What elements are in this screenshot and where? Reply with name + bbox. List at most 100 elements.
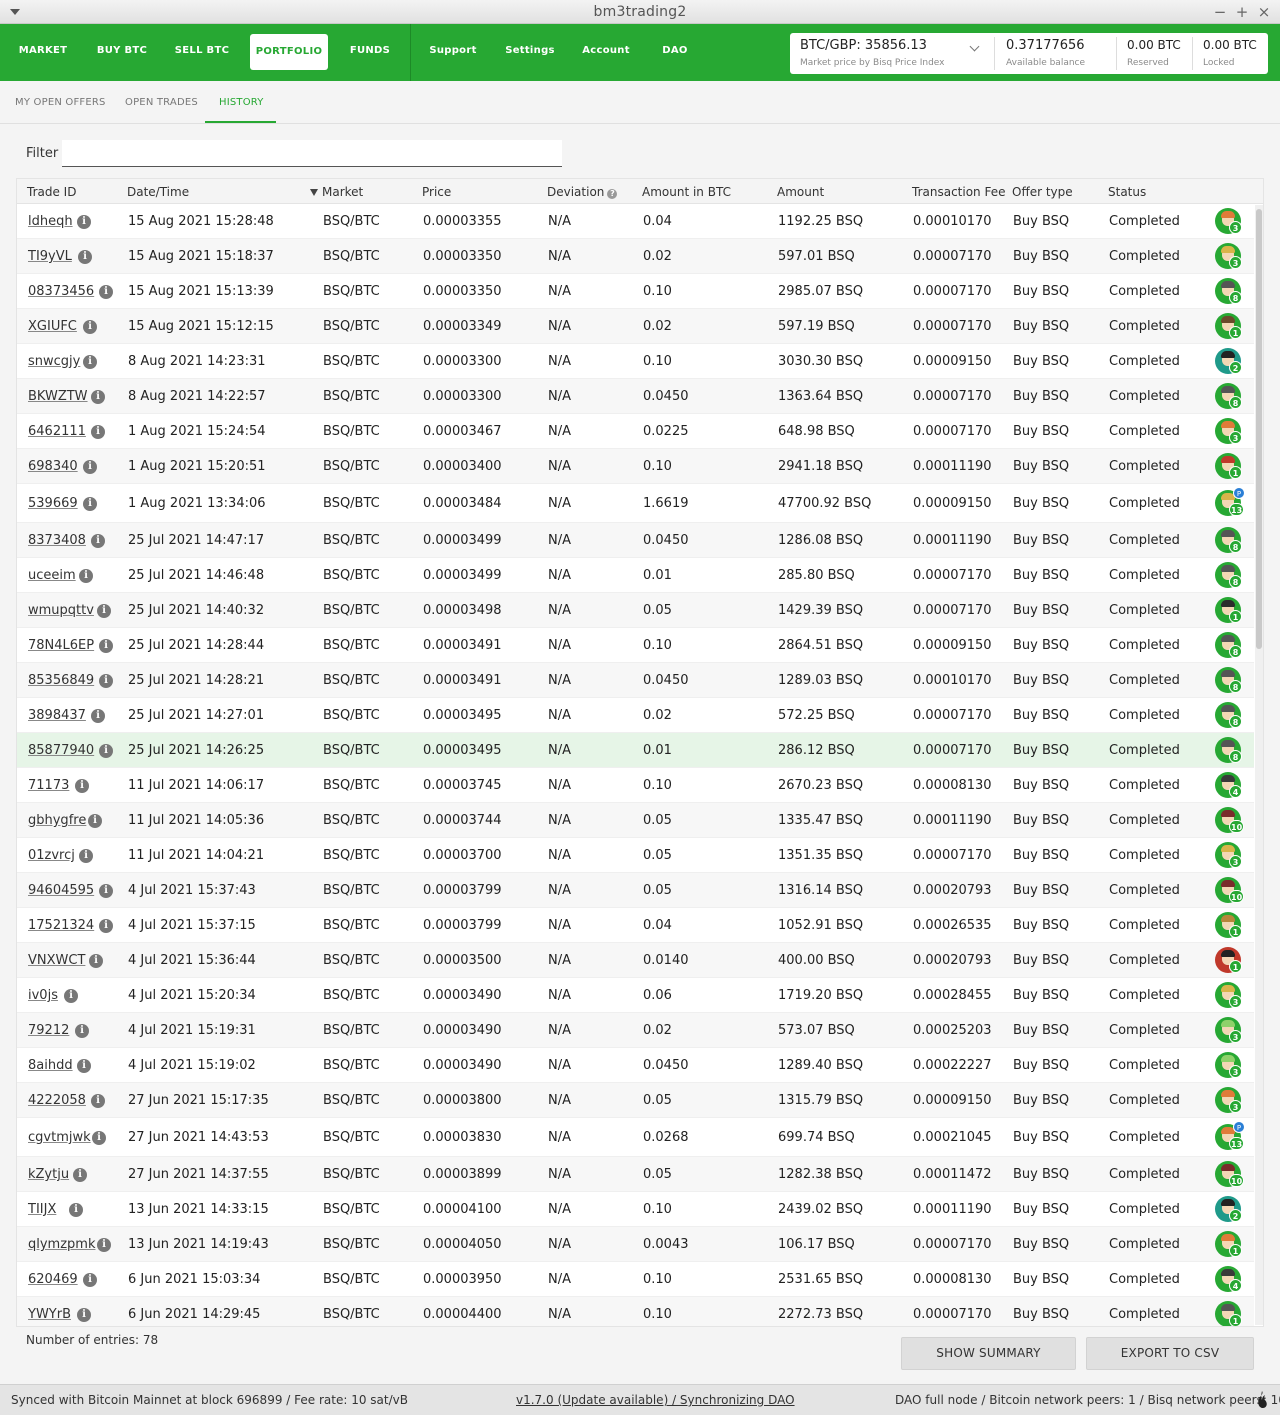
peer-avatar-icon[interactable]: 4 <box>1215 772 1242 798</box>
info-icon[interactable]: i <box>97 604 111 618</box>
trade-id-link[interactable]: 3898437 <box>28 708 86 723</box>
peer-avatar-icon[interactable]: 1 <box>1215 1231 1242 1257</box>
table-row[interactable]: YWYrB 6 Jun 2021 14:29:45 BSQ/BTC 0.0000440… <box>17 1297 1254 1326</box>
info-icon[interactable]: i <box>99 744 113 758</box>
peer-avatar-icon[interactable]: 13 P <box>1215 1121 1245 1150</box>
column-market[interactable]: Market <box>310 185 363 199</box>
nav-sell-btc[interactable]: SELL BTC <box>170 46 234 71</box>
trade-id-link[interactable]: 539669 <box>28 496 78 511</box>
table-row[interactable]: 4222058 27 Jun 2021 15:17:35 BSQ/BTC 0.0000… <box>17 1083 1254 1118</box>
table-row[interactable]: 71173 11 Jul 2021 14:06:17 BSQ/BTC 0.000037… <box>17 768 1254 803</box>
trade-id-link[interactable]: 4222058 <box>28 1093 86 1108</box>
peer-avatar-icon[interactable]: 8 <box>1215 702 1242 728</box>
table-row[interactable]: 17521324 4 Jul 2021 15:37:15 BSQ/BTC 0.0000… <box>17 908 1254 943</box>
trade-id-link[interactable]: uceeim <box>28 568 76 583</box>
trade-id-link[interactable]: 85877940 <box>28 743 94 758</box>
tab-open-trades[interactable]: OPEN TRADES <box>125 97 198 108</box>
column-transaction-fee[interactable]: Transaction Fee <box>912 185 1005 199</box>
table-row[interactable]: wmupqttv 25 Jul 2021 14:40:32 BSQ/BTC 0.000… <box>17 593 1254 628</box>
column-status[interactable]: Status <box>1108 185 1146 199</box>
table-row[interactable]: 85877940 25 Jul 2021 14:26:25 BSQ/BTC 0.000… <box>17 733 1254 768</box>
column-amount-btc[interactable]: Amount in BTC <box>642 185 731 199</box>
question-icon[interactable]: ? <box>607 189 618 199</box>
peer-avatar-icon[interactable]: 8 <box>1215 562 1242 588</box>
info-icon[interactable]: i <box>79 849 93 863</box>
peer-avatar-icon[interactable]: 8 <box>1215 632 1242 658</box>
info-icon[interactable]: i <box>83 320 97 334</box>
tab-history[interactable]: HISTORY <box>219 97 264 108</box>
peer-avatar-icon[interactable]: 3 <box>1215 1087 1242 1113</box>
info-icon[interactable]: i <box>91 709 105 723</box>
peer-avatar-icon[interactable]: 2 <box>1215 1196 1242 1222</box>
peer-avatar-icon[interactable]: 10 <box>1215 877 1245 903</box>
close-button[interactable]: × <box>1255 2 1273 22</box>
trade-id-link[interactable]: TI9yVL <box>28 249 72 264</box>
trade-id-link[interactable]: iv0js <box>28 988 58 1003</box>
table-row[interactable]: uceeim 25 Jul 2021 14:46:48 BSQ/BTC 0.00003… <box>17 558 1254 593</box>
info-icon[interactable]: i <box>83 355 97 369</box>
trade-id-link[interactable]: cgvtmjwk <box>28 1130 91 1145</box>
peer-avatar-icon[interactable]: 3 <box>1215 1017 1242 1043</box>
trade-id-link[interactable]: 17521324 <box>28 918 94 933</box>
trade-id-link[interactable]: YWYrB <box>28 1307 71 1322</box>
nav-buy-btc[interactable]: BUY BTC <box>90 46 154 71</box>
peer-avatar-icon[interactable]: 2 <box>1215 348 1242 374</box>
peer-avatar-icon[interactable]: 4 <box>1215 1266 1242 1292</box>
info-icon[interactable]: i <box>97 1238 111 1252</box>
peer-avatar-icon[interactable]: 3 <box>1215 842 1242 868</box>
trade-id-link[interactable]: gbhygfre <box>28 813 86 828</box>
info-icon[interactable]: i <box>89 954 103 968</box>
trade-id-link[interactable]: VNXWCT <box>28 953 85 968</box>
nav-dao[interactable]: DAO <box>652 46 698 71</box>
trade-id-link[interactable]: qlymzpmk <box>28 1237 96 1252</box>
info-icon[interactable]: i <box>91 390 105 404</box>
trade-id-link[interactable]: 85356849 <box>28 673 94 688</box>
table-row[interactable]: 8373408 25 Jul 2021 14:47:17 BSQ/BTC 0.0000… <box>17 523 1254 558</box>
info-icon[interactable]: i <box>91 534 105 548</box>
info-icon[interactable]: i <box>99 285 113 299</box>
minimize-button[interactable]: − <box>1211 2 1229 22</box>
trade-id-link[interactable]: 94604595 <box>28 883 94 898</box>
trade-id-link[interactable]: 6462111 <box>28 424 86 439</box>
peer-avatar-icon[interactable]: 10 <box>1215 807 1245 833</box>
nav-settings[interactable]: Settings <box>500 46 560 71</box>
info-icon[interactable]: i <box>83 460 97 474</box>
trade-id-link[interactable]: BKWZTW <box>28 389 88 404</box>
scrollbar-thumb[interactable] <box>1256 209 1262 649</box>
info-icon[interactable]: i <box>99 639 113 653</box>
info-icon[interactable]: i <box>83 1273 97 1287</box>
export-csv-button[interactable]: EXPORT TO CSV <box>1086 1337 1254 1370</box>
trade-id-link[interactable]: 01zvrcj <box>28 848 75 863</box>
nav-account[interactable]: Account <box>576 46 636 71</box>
version-link[interactable]: v1.7.0 (Update available) / Synchronizin… <box>516 1393 795 1407</box>
column-date-time[interactable]: Date/Time <box>127 185 189 199</box>
info-icon[interactable]: i <box>73 1168 87 1182</box>
trade-id-link[interactable]: 8aihdd <box>28 1058 73 1073</box>
table-row[interactable]: 78N4L6EP 25 Jul 2021 14:28:44 BSQ/BTC 0.000… <box>17 628 1254 663</box>
trade-id-link[interactable]: snwcgjy <box>28 354 80 369</box>
table-row[interactable]: BKWZTW 8 Aug 2021 14:22:57 BSQ/BTC 0.000033… <box>17 379 1254 414</box>
info-icon[interactable]: i <box>91 1094 105 1108</box>
info-icon[interactable]: i <box>78 250 92 264</box>
nav-support[interactable]: Support <box>424 46 482 71</box>
table-row[interactable]: qlymzpmk 13 Jun 2021 14:19:43 BSQ/BTC 0.000… <box>17 1227 1254 1262</box>
maximize-button[interactable]: + <box>1233 2 1251 22</box>
info-icon[interactable]: i <box>88 814 102 828</box>
table-row[interactable]: cgvtmjwk 27 Jun 2021 14:43:53 BSQ/BTC 0.000… <box>17 1118 1254 1157</box>
peer-avatar-icon[interactable]: 1 <box>1215 453 1242 479</box>
info-icon[interactable]: i <box>69 1203 83 1217</box>
peer-avatar-icon[interactable]: 8 <box>1215 383 1242 409</box>
table-row[interactable]: 94604595 4 Jul 2021 15:37:43 BSQ/BTC 0.0000… <box>17 873 1254 908</box>
peer-avatar-icon[interactable]: 8 <box>1215 278 1242 304</box>
peer-avatar-icon[interactable]: 3 <box>1215 1052 1242 1078</box>
table-row[interactable]: kZytju 27 Jun 2021 14:37:55 BSQ/BTC 0.00003… <box>17 1157 1254 1192</box>
trade-id-link[interactable]: 71173 <box>28 778 69 793</box>
table-row[interactable]: 6462111 1 Aug 2021 15:24:54 BSQ/BTC 0.00003… <box>17 414 1254 449</box>
trade-id-link[interactable]: TIIJX <box>28 1202 56 1217</box>
trade-id-link[interactable]: 698340 <box>28 459 78 474</box>
table-row[interactable]: snwcgjy 8 Aug 2021 14:23:31 BSQ/BTC 0.00003… <box>17 344 1254 379</box>
table-row[interactable]: 08373456 15 Aug 2021 15:13:39 BSQ/BTC 0.000… <box>17 274 1254 309</box>
info-icon[interactable]: i <box>77 1308 91 1322</box>
trade-id-link[interactable]: wmupqttv <box>28 603 94 618</box>
filter-input[interactable] <box>62 140 562 167</box>
